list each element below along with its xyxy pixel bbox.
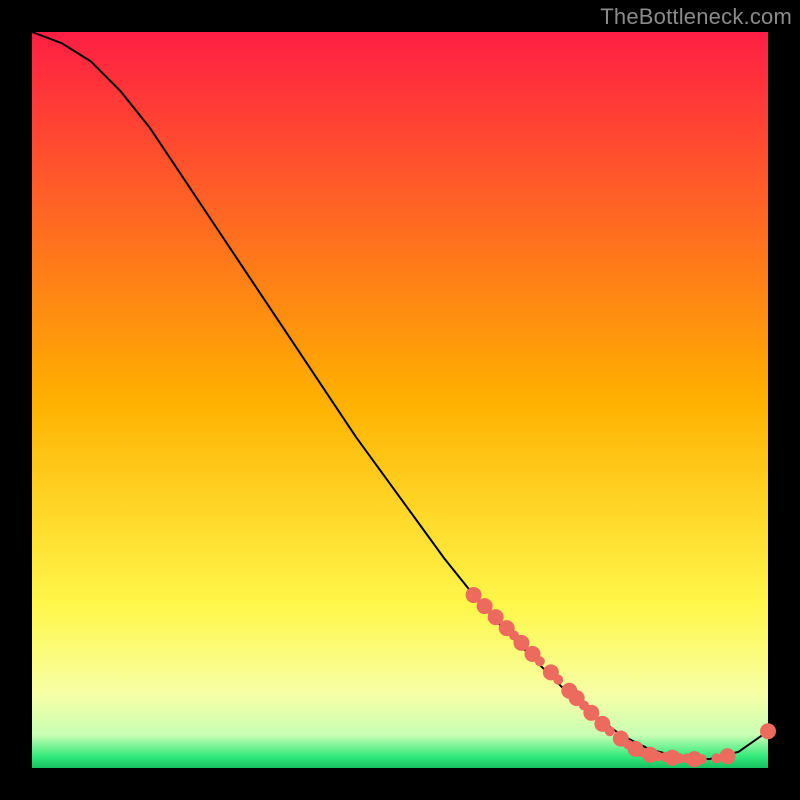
marker-point [697, 754, 707, 764]
marker-point [535, 656, 545, 666]
marker-point [605, 726, 615, 736]
chart-canvas [0, 0, 800, 800]
marker-point [760, 723, 776, 739]
marker-point [553, 675, 563, 685]
chart-stage: TheBottleneck.com [0, 0, 800, 800]
marker-point [720, 748, 736, 764]
watermark-text: TheBottleneck.com [600, 4, 792, 30]
plot-background [32, 32, 768, 768]
